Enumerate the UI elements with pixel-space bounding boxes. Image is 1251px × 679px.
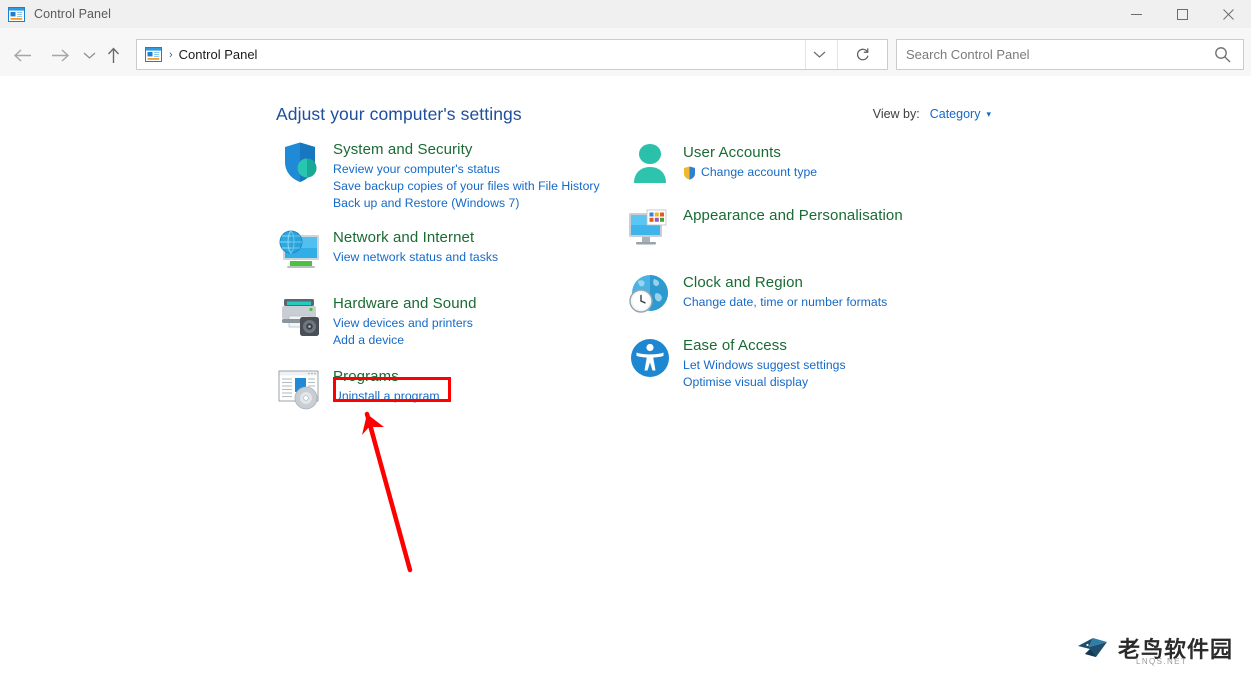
uac-shield-icon xyxy=(683,166,696,180)
control-panel-icon xyxy=(145,47,162,62)
maximize-icon xyxy=(1177,9,1188,20)
user-account-icon[interactable] xyxy=(626,141,674,189)
ease-of-access-icon[interactable] xyxy=(626,334,674,382)
category-body: Ease of Access Let Windows suggest setti… xyxy=(683,334,846,391)
category-hardware-and-sound[interactable]: Hardware and Sound View devices and prin… xyxy=(276,292,606,349)
content-area: Adjust your computer's settings View by:… xyxy=(0,76,1251,679)
search-input[interactable] xyxy=(906,47,1196,62)
link-add-device[interactable]: Add a device xyxy=(333,332,404,349)
network-globe-monitor-icon[interactable] xyxy=(276,226,324,274)
link-change-account-type[interactable]: Change account type xyxy=(683,164,817,181)
appearance-monitor-icon[interactable] xyxy=(626,204,674,252)
chevron-down-icon xyxy=(813,50,826,59)
category-title[interactable]: User Accounts xyxy=(683,143,817,163)
watermark: 老鸟软件园 LNQS.NET xyxy=(1076,632,1233,664)
link-devices-printers[interactable]: View devices and printers xyxy=(333,315,473,332)
category-body: Clock and Region Change date, time or nu… xyxy=(683,271,887,319)
link-backup-restore[interactable]: Back up and Restore (Windows 7) xyxy=(333,195,519,212)
link-change-date-time[interactable]: Change date, time or number formats xyxy=(683,294,887,311)
control-panel-icon xyxy=(8,7,25,22)
address-bar[interactable]: › Control Panel xyxy=(136,39,888,70)
view-by-label: View by: xyxy=(873,107,920,121)
maximize-button[interactable] xyxy=(1159,0,1205,28)
category-body: Network and Internet View network status… xyxy=(333,226,498,274)
category-user-accounts[interactable]: User Accounts Change account type xyxy=(626,141,966,189)
category-title[interactable]: Hardware and Sound xyxy=(333,294,477,314)
view-by-value[interactable]: Category xyxy=(930,107,981,121)
chevron-down-icon xyxy=(83,51,96,60)
link-label: Change account type xyxy=(701,164,817,181)
close-button[interactable] xyxy=(1205,0,1251,28)
category-title[interactable]: Clock and Region xyxy=(683,273,887,293)
title-bar: Control Panel xyxy=(0,0,1251,28)
category-body: User Accounts Change account type xyxy=(683,141,817,189)
programs-disc-icon[interactable] xyxy=(276,365,324,413)
category-title[interactable]: Ease of Access xyxy=(683,336,846,356)
watermark-text: 老鸟软件园 LNQS.NET xyxy=(1118,632,1233,664)
category-network-and-internet[interactable]: Network and Internet View network status… xyxy=(276,226,606,274)
link-windows-suggest-settings[interactable]: Let Windows suggest settings xyxy=(683,357,846,374)
watermark-name-en: LNQS.NET xyxy=(1136,657,1187,666)
category-clock-and-region[interactable]: Clock and Region Change date, time or nu… xyxy=(626,271,966,319)
control-panel-window: Control Panel xyxy=(0,0,1251,679)
left-column: System and Security Review your computer… xyxy=(276,138,606,426)
close-icon xyxy=(1223,9,1234,20)
link-optimise-visual-display[interactable]: Optimise visual display xyxy=(683,374,808,391)
category-title[interactable]: System and Security xyxy=(333,140,600,160)
minimize-icon xyxy=(1131,9,1142,20)
category-title[interactable]: Programs xyxy=(333,367,440,387)
link-file-history[interactable]: Save backup copies of your files with Fi… xyxy=(333,178,600,195)
refresh-button[interactable] xyxy=(837,40,887,69)
right-column: User Accounts Change account type xyxy=(626,141,966,404)
back-button[interactable] xyxy=(7,40,37,70)
search-box[interactable] xyxy=(896,39,1244,70)
forward-arrow-icon xyxy=(51,48,70,63)
window-title: Control Panel xyxy=(34,7,111,21)
annotation-arrow xyxy=(340,400,440,575)
up-arrow-icon xyxy=(106,47,121,64)
clock-globe-icon[interactable] xyxy=(626,271,674,319)
category-body: Hardware and Sound View devices and prin… xyxy=(333,292,477,349)
chevron-down-icon[interactable]: ▾ xyxy=(986,110,991,119)
refresh-icon xyxy=(855,47,870,62)
back-arrow-icon xyxy=(13,48,32,63)
breadcrumb-separator: › xyxy=(169,49,173,61)
page-title: Adjust your computer's settings xyxy=(276,104,522,125)
category-system-and-security[interactable]: System and Security Review your computer… xyxy=(276,138,606,212)
category-ease-of-access[interactable]: Ease of Access Let Windows suggest setti… xyxy=(626,334,966,391)
category-body: Appearance and Personalisation xyxy=(683,204,903,252)
bird-logo-icon xyxy=(1076,633,1110,663)
category-body: System and Security Review your computer… xyxy=(333,138,600,212)
breadcrumb-control-panel[interactable]: Control Panel xyxy=(179,47,258,62)
address-dropdown-button[interactable] xyxy=(805,40,833,69)
minimize-button[interactable] xyxy=(1113,0,1159,28)
category-appearance-and-personalisation[interactable]: Appearance and Personalisation xyxy=(626,204,966,252)
shield-icon[interactable] xyxy=(276,138,324,186)
forward-button[interactable] xyxy=(45,40,75,70)
category-title[interactable]: Appearance and Personalisation xyxy=(683,206,903,226)
up-button[interactable] xyxy=(98,40,128,70)
printer-speaker-icon[interactable] xyxy=(276,292,324,340)
window-controls xyxy=(1113,0,1251,28)
view-by-control[interactable]: View by: Category ▾ xyxy=(873,107,991,121)
link-network-status[interactable]: View network status and tasks xyxy=(333,249,498,266)
search-icon[interactable] xyxy=(1214,46,1231,63)
category-title[interactable]: Network and Internet xyxy=(333,228,498,248)
category-programs[interactable]: Programs Uninstall a program xyxy=(276,365,606,413)
link-review-status[interactable]: Review your computer's status xyxy=(333,161,500,178)
recent-locations-button[interactable] xyxy=(78,40,100,70)
